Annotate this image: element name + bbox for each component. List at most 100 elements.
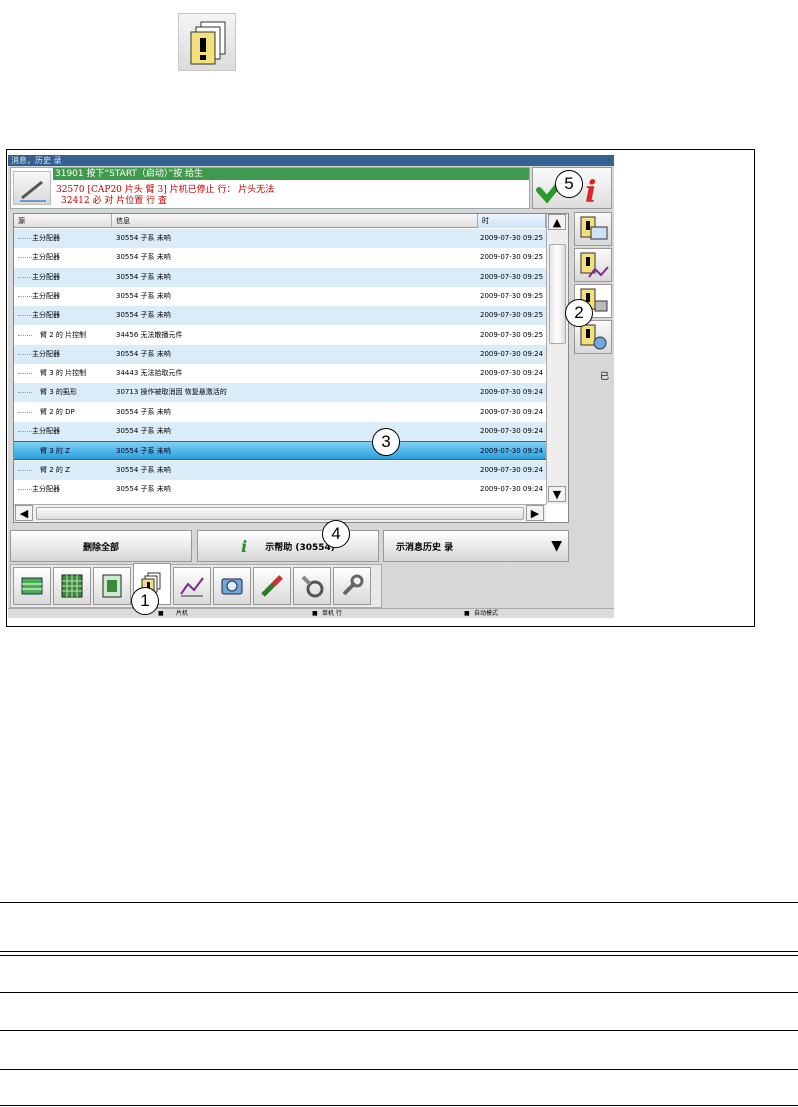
- grid-icon[interactable]: [53, 567, 91, 605]
- callout-2: 2: [565, 299, 593, 327]
- document-rule: [0, 955, 798, 956]
- cell-time: 2009-07-30 09:25: [480, 234, 544, 242]
- cell-source: 主分配器: [32, 291, 60, 300]
- chevron-down-icon: ▼: [551, 538, 562, 554]
- horizontal-scrollbar[interactable]: ◀ ▶: [14, 504, 546, 522]
- tree-connector: [18, 431, 32, 432]
- pen-icon[interactable]: [13, 171, 51, 205]
- tree-connector: [18, 295, 32, 297]
- tree-connector: [18, 276, 32, 278]
- cell-time: 2009-07-30 09:24: [480, 388, 544, 397]
- cell-time: 2009-07-30 09:24: [480, 407, 544, 416]
- cell-time: 2009-07-30 09:24: [480, 427, 544, 435]
- info-icon: i: [241, 536, 248, 556]
- cell-info: 34456 无法散播元件: [116, 330, 183, 339]
- cell-info: 30554 子系 未响: [116, 253, 171, 262]
- cell-info: 30554 子系 未响: [116, 465, 171, 474]
- cell-source: 主分配器: [32, 234, 60, 242]
- table-row[interactable]: 主分配器 30554 子系 未响 2009-07-30 09:24: [14, 344, 546, 364]
- cell-info: 30554 子系 未响: [116, 311, 171, 320]
- cell-time: 2009-07-30 09:25: [480, 311, 544, 320]
- table-row[interactable]: 主分配器 30554 子系 未响 2009-07-30 09:24: [14, 422, 546, 441]
- table-row[interactable]: 主分配器 30554 子系 未响 2009-07-30 09:25: [14, 248, 546, 267]
- cell-info: 30554 子系 未响: [116, 349, 171, 358]
- tree-connector: [18, 469, 32, 471]
- show-history-dropdown[interactable]: 示消息历史 录 ▼: [383, 530, 569, 562]
- header-info[interactable]: 信息: [112, 214, 478, 228]
- callout-3: 3: [372, 428, 400, 456]
- cell-time: 2009-07-30 09:25: [480, 291, 544, 300]
- main-toolbar: [10, 563, 382, 608]
- status-run-mode: 单机 行: [322, 610, 342, 617]
- table-header: 源 信息 时: [14, 214, 546, 228]
- svg-text:i: i: [585, 175, 596, 210]
- statistics-button[interactable]: [574, 248, 612, 282]
- board-icon[interactable]: [93, 567, 131, 605]
- cell-info: 30554 子系 未响: [116, 272, 171, 281]
- scroll-up-arrow-icon[interactable]: ▲: [548, 214, 566, 230]
- feeders-icon[interactable]: [13, 567, 51, 605]
- maintenance-icon[interactable]: [293, 567, 331, 605]
- wrench-icon[interactable]: [333, 567, 371, 605]
- cell-source: 主分配器: [32, 253, 60, 262]
- camera-icon[interactable]: [213, 567, 251, 605]
- header-source[interactable]: 源: [14, 214, 112, 228]
- table-row-selected[interactable]: 臂 3 的 Z 30554 子系 未响 2009-07-30 09:24: [14, 441, 546, 461]
- vertical-scroll-thumb[interactable]: [549, 244, 566, 344]
- tree-connector: [18, 353, 32, 355]
- cell-time: 2009-07-30 09:25: [480, 272, 544, 281]
- delete-all-button[interactable]: 删除全部: [10, 530, 192, 562]
- scroll-left-arrow-icon[interactable]: ◀: [15, 505, 33, 521]
- table-row[interactable]: 臂 2 的 DP 30554 子系 未响 2009-07-30 09:24: [14, 403, 546, 422]
- error-message-line-2: 32412 必 对 片位置 行 査: [61, 196, 167, 206]
- table-row[interactable]: 臂 2 的 Z 30554 子系 未响 2009-07-30 09:24: [14, 460, 546, 480]
- tree-connector: [18, 373, 32, 375]
- status-auto-icon: ■: [464, 610, 470, 617]
- cell-time: 2009-07-30 09:25: [480, 330, 544, 339]
- table-row[interactable]: 臂 3 的虱形 30713 操作被取消因 恢复悬激活的 2009-07-30 09:…: [14, 383, 546, 403]
- machine-screen: 消息，历史 录 31901 按下“START（启动）”按 给生 32570 [C…: [8, 155, 614, 618]
- table-row[interactable]: 主分配器 30554 子系 未响 2009-07-30 09:24: [14, 480, 546, 499]
- cell-source: 主分配器: [32, 349, 60, 358]
- callout-4: 4: [322, 520, 350, 548]
- scroll-down-arrow-icon[interactable]: ▼: [548, 486, 566, 502]
- cell-info: 30554 子系 未响: [116, 291, 171, 300]
- document-rule: [0, 951, 798, 952]
- cell-info: 30554 子系 未响: [116, 484, 171, 493]
- current-message-line: 31901 按下“START（启动）”按 给生: [53, 168, 529, 180]
- status-auto-mode: 自动模式: [474, 610, 499, 617]
- cell-time: 2009-07-30 09:24: [480, 349, 544, 358]
- cell-source: 主分配器: [32, 311, 60, 320]
- vertical-scrollbar[interactable]: ▲ ▼: [546, 214, 568, 504]
- tree-connector: [18, 257, 32, 259]
- message-history-icon: [178, 13, 236, 71]
- tree-connector: [18, 238, 32, 239]
- table-row[interactable]: 主分配器 30554 子系 未响 2009-07-30 09:25: [14, 306, 546, 326]
- message-display-button[interactable]: [574, 212, 612, 246]
- scroll-right-arrow-icon[interactable]: ▶: [526, 505, 544, 521]
- header-time[interactable]: 时: [478, 214, 546, 228]
- message-table: 源 信息 时 主分配器 30554 子系 未响 2009-07-30 09:25 主分…: [13, 213, 569, 523]
- cell-source: 主分配器: [32, 427, 60, 435]
- document-rule: [0, 1105, 798, 1106]
- cell-info: 30554 子系 未响: [116, 407, 171, 416]
- action-bar: 删除全部 i 示帮助 (30554) 示消息历史 录 ▼: [10, 530, 612, 562]
- status-bar: ■ 片机 ■ 单机 行 ■ 自动模式: [8, 608, 614, 618]
- chart-icon[interactable]: [173, 567, 211, 605]
- table-row[interactable]: 主分配器 30554 子系 未响 2009-07-30 09:25: [14, 267, 546, 287]
- table-row[interactable]: 主分配器 30554 子系 未响 2009-07-30 09:25: [14, 287, 546, 306]
- table-row[interactable]: 臂 3 的 片控制 34443 无法拾取元件 2009-07-30 09:24: [14, 364, 546, 383]
- cell-info: 34443 无法拾取元件: [116, 369, 183, 378]
- table-row[interactable]: 主分配器 30554 子系 未响 2009-07-30 09:25: [14, 229, 546, 248]
- show-help-button[interactable]: i 示帮助 (30554): [197, 530, 379, 562]
- tree-connector: [18, 315, 32, 317]
- table-row[interactable]: 臂 2 的 片控制 34456 无法散播元件 2009-07-30 09:25: [14, 326, 546, 345]
- cell-time: 2009-07-30 09:24: [480, 447, 544, 456]
- document-rule: [0, 902, 798, 903]
- cell-time: 2009-07-30 09:25: [480, 253, 544, 262]
- horizontal-scroll-thumb[interactable]: [36, 507, 524, 520]
- status-mode-icon: ■: [312, 610, 318, 617]
- tree-connector: [18, 488, 32, 490]
- nozzle-icon[interactable]: [253, 567, 291, 605]
- document-rule: [0, 1030, 798, 1031]
